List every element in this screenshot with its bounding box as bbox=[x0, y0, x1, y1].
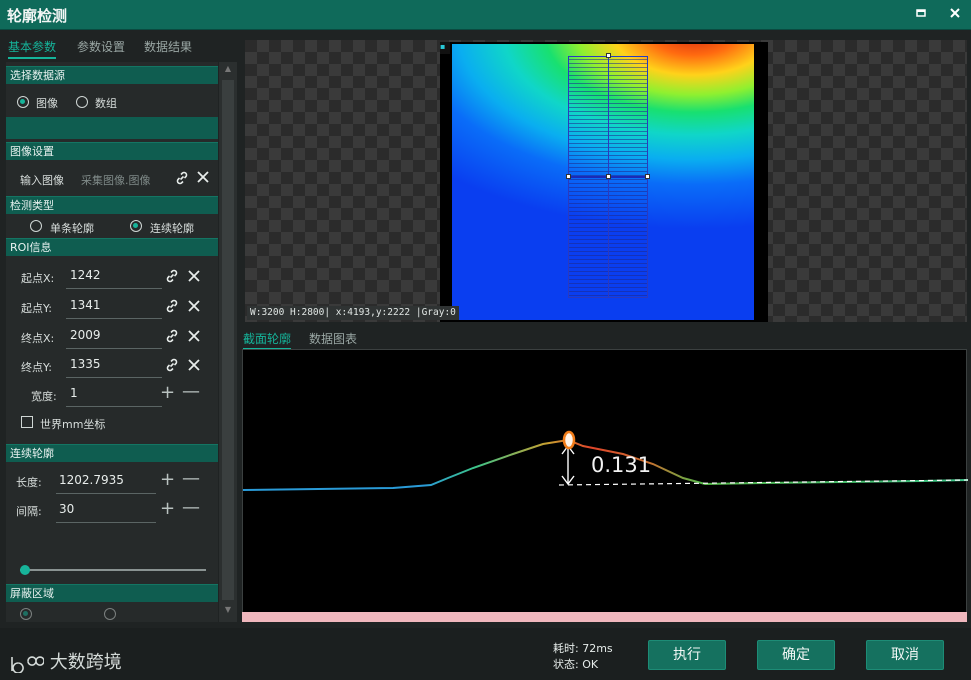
clear-icon[interactable] bbox=[196, 170, 210, 187]
input-image-label: 输入图像 bbox=[20, 174, 64, 187]
section-continuous: 连续轮廓 bbox=[6, 444, 218, 462]
clear-icon[interactable] bbox=[187, 358, 201, 375]
radio-continuous-contour-label: 连续轮廓 bbox=[150, 222, 194, 235]
link-icon[interactable] bbox=[164, 357, 180, 376]
increment-icon[interactable]: + bbox=[160, 500, 175, 518]
window-title: 轮廓检测 bbox=[7, 7, 68, 25]
link-icon[interactable] bbox=[164, 268, 180, 287]
scroll-up-icon[interactable]: ▲ bbox=[222, 64, 234, 78]
section-roi: ROI信息 bbox=[6, 238, 218, 256]
radio-image-label: 图像 bbox=[36, 97, 58, 110]
link-icon[interactable] bbox=[164, 328, 180, 347]
decrement-icon[interactable]: — bbox=[182, 383, 200, 401]
world-mm-label: 世界mm坐标 bbox=[40, 418, 106, 431]
link-icon[interactable] bbox=[174, 170, 190, 189]
interval-underline bbox=[56, 522, 156, 523]
roi-start-x-underline bbox=[66, 288, 162, 289]
interval-label: 间隔: bbox=[16, 505, 42, 518]
roi-end-x-label: 终点X: bbox=[21, 332, 55, 345]
profile-scroll-strip[interactable] bbox=[242, 612, 967, 622]
image-status: W:3200 H:2800| x:4193,y:2222 |Gray:0 bbox=[247, 306, 459, 320]
maximize-icon[interactable] bbox=[912, 6, 930, 24]
section-spacer bbox=[6, 117, 218, 139]
increment-icon[interactable]: + bbox=[160, 471, 175, 489]
close-icon[interactable] bbox=[946, 6, 964, 24]
radio-array-label: 数组 bbox=[95, 97, 117, 110]
slider-track bbox=[20, 569, 206, 571]
roi-end-x-underline bbox=[66, 348, 162, 349]
roi-handle[interactable] bbox=[606, 174, 611, 179]
slider-handle[interactable] bbox=[20, 565, 30, 575]
input-image-field[interactable]: 采集图像.图像 bbox=[81, 172, 151, 188]
radio-continuous-contour[interactable] bbox=[130, 220, 142, 232]
length-input[interactable]: 1202.7935 bbox=[59, 473, 124, 487]
radio-image[interactable] bbox=[17, 96, 29, 108]
profile-plot[interactable]: 0.131 bbox=[242, 349, 968, 621]
roi-handle[interactable] bbox=[606, 53, 611, 58]
run-state: 状态: OK bbox=[553, 658, 599, 671]
scroll-thumb[interactable] bbox=[222, 80, 234, 600]
world-mm-checkbox[interactable] bbox=[21, 416, 33, 428]
clear-icon[interactable] bbox=[187, 329, 201, 346]
section-image-settings: 图像设置 bbox=[6, 142, 218, 160]
cancel-button[interactable]: 取消 bbox=[866, 640, 944, 670]
roi-start-x-input[interactable]: 1242 bbox=[70, 268, 101, 282]
panel-scrollbar[interactable]: ▲ ▼ bbox=[219, 62, 237, 622]
tab-data-results[interactable]: 数据结果 bbox=[144, 38, 192, 55]
width-label: 宽度: bbox=[31, 390, 57, 403]
roi-start-y-input[interactable]: 1341 bbox=[70, 298, 101, 312]
mask-radio-alt[interactable] bbox=[104, 608, 116, 620]
ok-button[interactable]: 确定 bbox=[757, 640, 835, 670]
roi-end-y-input[interactable]: 1335 bbox=[70, 357, 101, 371]
logo-icon bbox=[11, 656, 45, 674]
mask-radio[interactable] bbox=[20, 608, 32, 620]
scroll-down-icon[interactable]: ▼ bbox=[222, 605, 234, 619]
roi-end-y-underline bbox=[66, 377, 162, 378]
parameter-panel: 选择数据源 图像 数组 图像设置 输入图像 采集图像.图像 检测类型 单条轮廓 … bbox=[6, 62, 218, 622]
tab-param-settings[interactable]: 参数设置 bbox=[77, 38, 125, 55]
footer-bar: 大数跨境 耗时: 72ms 状态: OK 执行 确定 取消 bbox=[0, 628, 971, 680]
tab-section-profile[interactable]: 截面轮廓 bbox=[243, 330, 292, 350]
roi-end-x-input[interactable]: 2009 bbox=[70, 328, 101, 342]
clear-icon[interactable] bbox=[187, 269, 201, 286]
increment-icon[interactable]: + bbox=[160, 384, 175, 402]
run-button[interactable]: 执行 bbox=[648, 640, 726, 670]
roi-end-y-label: 终点Y: bbox=[21, 361, 52, 374]
roi-start-x-label: 起点X: bbox=[21, 272, 55, 285]
section-data-source: 选择数据源 bbox=[6, 66, 218, 84]
decrement-icon[interactable]: — bbox=[182, 470, 200, 488]
radio-single-contour-label: 单条轮廓 bbox=[50, 222, 94, 235]
roi-handle[interactable] bbox=[645, 174, 650, 179]
width-underline bbox=[66, 406, 162, 407]
logo-text: 大数跨境 bbox=[49, 652, 122, 673]
section-mask-area: 屏蔽区域 bbox=[6, 584, 218, 602]
width-input[interactable]: 1 bbox=[70, 386, 78, 400]
radio-array[interactable] bbox=[76, 96, 88, 108]
link-icon[interactable] bbox=[164, 298, 180, 317]
decrement-icon[interactable]: — bbox=[182, 499, 200, 517]
elapsed-time: 耗时: 72ms bbox=[553, 642, 613, 655]
tab-basic-params[interactable]: 基本参数 bbox=[8, 38, 57, 59]
roi-handle[interactable] bbox=[566, 174, 571, 179]
title-bar: 轮廓检测 bbox=[0, 0, 971, 30]
clear-icon[interactable] bbox=[187, 299, 201, 316]
heatmap-image[interactable]: ▪ bbox=[440, 42, 768, 322]
interval-input[interactable]: 30 bbox=[59, 502, 74, 516]
radio-single-contour[interactable] bbox=[30, 220, 42, 232]
tab-data-chart[interactable]: 数据图表 bbox=[309, 330, 357, 347]
roi-start-y-underline bbox=[66, 318, 162, 319]
roi-start-y-label: 起点Y: bbox=[21, 302, 52, 315]
measurement-value: 0.131 bbox=[591, 453, 652, 477]
section-detection-type: 检测类型 bbox=[6, 196, 218, 214]
length-underline bbox=[56, 493, 156, 494]
length-label: 长度: bbox=[16, 476, 42, 489]
brand-logo: 大数跨境 bbox=[10, 648, 122, 674]
peak-marker[interactable] bbox=[562, 430, 576, 450]
image-corner-marker: ▪ bbox=[440, 42, 450, 54]
